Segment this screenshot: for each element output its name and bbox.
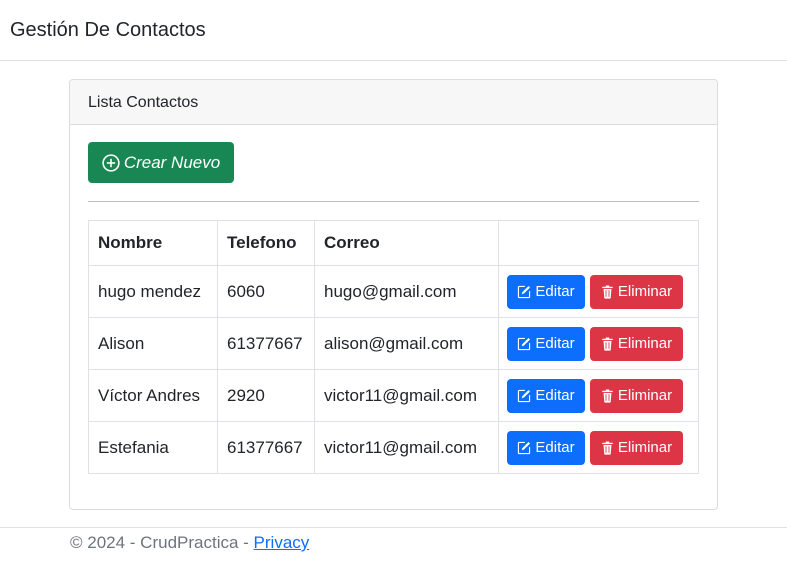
table-header-row: Nombre Telefono Correo xyxy=(88,220,699,266)
cell-correo: hugo@gmail.com xyxy=(314,265,499,318)
header-telefono: Telefono xyxy=(217,220,315,266)
trash-icon xyxy=(601,284,618,299)
edit-button[interactable]: Editar xyxy=(507,378,585,413)
edit-button[interactable]: Editar xyxy=(507,430,585,465)
edit-label: Editar xyxy=(535,439,575,456)
contacts-table: Nombre Telefono Correo hugo mendez 6060 hu… xyxy=(88,220,699,474)
cell-correo: victor11@gmail.com xyxy=(314,421,499,474)
delete-label: Eliminar xyxy=(617,439,673,456)
delete-label: Eliminar xyxy=(617,387,673,404)
edit-label: Editar xyxy=(535,335,575,352)
navbar: Gestión De Contactos xyxy=(0,0,787,61)
contacts-card: Lista Contactos Crear Nuevo Nombre Telef… xyxy=(69,79,718,510)
delete-label: Eliminar xyxy=(617,283,673,300)
table-row: hugo mendez 6060 hugo@gmail.com Editar Elimi… xyxy=(88,265,699,318)
footer-text: © 2024 - CrudPractica - Privacy xyxy=(70,533,309,553)
cell-telefono: 61377667 xyxy=(217,317,315,370)
navbar-brand[interactable]: Gestión De Contactos xyxy=(10,17,206,43)
table-row: Alison 61377667 alison@gmail.com Editar Elim… xyxy=(88,317,699,370)
privacy-link[interactable]: Privacy xyxy=(254,533,310,552)
delete-label: Eliminar xyxy=(617,335,673,352)
footer: © 2024 - CrudPractica - Privacy xyxy=(0,527,787,587)
cell-nombre: Víctor Andres xyxy=(88,369,218,422)
cell-nombre: Estefania xyxy=(88,421,218,474)
table-row: Estefania 61377667 victor11@gmail.com Edita… xyxy=(88,421,699,474)
edit-label: Editar xyxy=(535,387,575,404)
cell-correo: alison@gmail.com xyxy=(314,317,499,370)
plus-circle-icon xyxy=(102,153,124,172)
cell-actions: Editar Eliminar xyxy=(498,317,699,370)
cell-nombre: Alison xyxy=(88,317,218,370)
divider xyxy=(88,201,699,202)
cell-actions: Editar Eliminar xyxy=(498,421,699,474)
header-nombre: Nombre xyxy=(88,220,218,266)
pencil-square-icon xyxy=(517,285,535,299)
card-header: Lista Contactos xyxy=(70,80,717,125)
header-correo: Correo xyxy=(314,220,499,266)
delete-button[interactable]: Eliminar xyxy=(590,326,683,361)
cell-actions: Editar Eliminar xyxy=(498,265,699,318)
cell-correo: victor11@gmail.com xyxy=(314,369,499,422)
edit-button[interactable]: Editar xyxy=(507,274,585,309)
header-actions xyxy=(498,220,699,266)
delete-button[interactable]: Eliminar xyxy=(590,274,683,309)
pencil-square-icon xyxy=(517,389,535,403)
copyright-text: © 2024 - CrudPractica - xyxy=(70,533,254,552)
create-new-label: Crear Nuevo xyxy=(123,152,221,172)
cell-telefono: 2920 xyxy=(217,369,315,422)
table-row: Víctor Andres 2920 victor11@gmail.com Edita… xyxy=(88,369,699,422)
trash-icon xyxy=(601,388,618,403)
pencil-square-icon xyxy=(517,441,535,455)
edit-button[interactable]: Editar xyxy=(507,326,585,361)
delete-button[interactable]: Eliminar xyxy=(590,430,683,465)
cell-telefono: 6060 xyxy=(217,265,315,318)
edit-label: Editar xyxy=(535,283,575,300)
pencil-square-icon xyxy=(517,337,535,351)
trash-icon xyxy=(601,440,618,455)
create-new-button[interactable]: Crear Nuevo xyxy=(88,142,234,183)
trash-icon xyxy=(601,336,618,351)
cell-telefono: 61377667 xyxy=(217,421,315,474)
cell-nombre: hugo mendez xyxy=(88,265,218,318)
cell-actions: Editar Eliminar xyxy=(498,369,699,422)
delete-button[interactable]: Eliminar xyxy=(590,378,683,413)
